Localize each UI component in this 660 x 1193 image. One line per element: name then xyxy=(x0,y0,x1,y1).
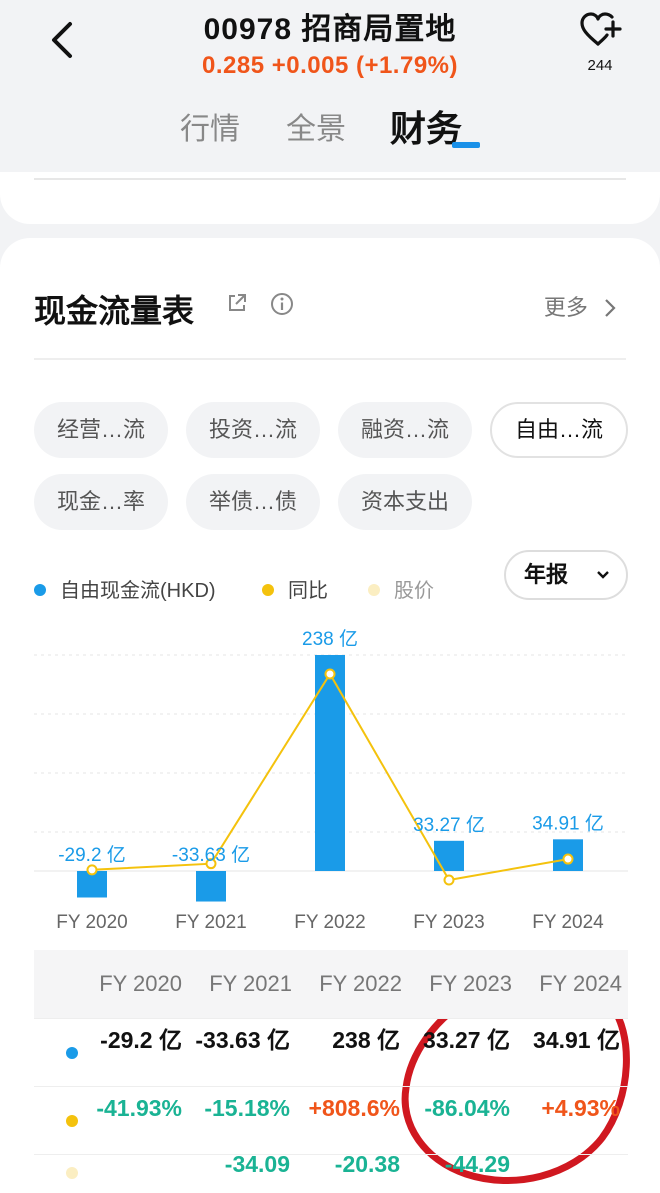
table-cell: +808.6% xyxy=(308,1095,400,1121)
period-select-value: 年报 xyxy=(524,562,569,587)
divider xyxy=(34,178,626,180)
column-header: FY 2023 xyxy=(429,971,512,996)
bar xyxy=(434,840,464,871)
info-icon[interactable] xyxy=(270,292,294,316)
legend-label: 同比 xyxy=(288,580,328,602)
chip-cash-ratio[interactable]: 现金…率 xyxy=(34,474,168,530)
table-cell: -33.63 亿 xyxy=(195,1027,290,1053)
table-row: -29.2 亿 -33.63 亿 238 亿 33.27 亿 34.91 亿 xyxy=(34,1018,628,1086)
x-tick-label: FY 2024 xyxy=(532,912,604,933)
favorite-button[interactable]: 244 xyxy=(574,10,626,74)
column-header: FY 2024 xyxy=(539,971,622,996)
chip-debt-ratio[interactable]: 举债…债 xyxy=(186,474,320,530)
legend-item-price[interactable]: 股价 xyxy=(368,574,434,603)
table-cell: 34.91 亿 xyxy=(533,1027,620,1053)
cash-flow-card: 现金流量表 更多 经营…流 投资…流 融资…流 自由…流 现金…率 举债…债 资… xyxy=(0,238,660,1193)
chevron-down-icon xyxy=(597,571,609,579)
table-row: -34.09 -20.38 -44.29 xyxy=(34,1151,628,1193)
table-cell: -20.38 xyxy=(334,1151,400,1177)
bar-data-label: 238 亿 xyxy=(302,628,358,650)
heart-plus-icon xyxy=(580,12,622,46)
section-divider xyxy=(34,358,626,360)
previous-card-bottom xyxy=(0,172,660,224)
yoy-point xyxy=(443,874,455,886)
chip-investing-cash-flow[interactable]: 投资…流 xyxy=(186,402,320,458)
row-dot xyxy=(66,1047,78,1059)
bar-data-label: 34.91 亿 xyxy=(532,812,604,834)
active-tab-indicator xyxy=(452,142,480,148)
table-cell: -86.04% xyxy=(424,1095,510,1121)
period-select[interactable]: 年报 xyxy=(504,550,628,600)
tab-market[interactable]: 行情 xyxy=(180,104,240,148)
table-cell: 33.27 亿 xyxy=(423,1027,510,1053)
row-dot xyxy=(66,1115,78,1127)
yoy-point xyxy=(562,853,574,865)
legend-item-yoy[interactable]: 同比 xyxy=(262,574,328,603)
legend-dot xyxy=(34,583,46,596)
financial-table: FY 2020 FY 2021 FY 2022 FY 2023 FY 2024 … xyxy=(34,950,628,1193)
free-cash-flow-chart: -29.2 亿 -33.63 亿 238 亿 33.27 亿 34.91 亿 FY 202… xyxy=(34,628,628,933)
bar xyxy=(196,871,226,902)
chip-operating-cash-flow[interactable]: 经营…流 xyxy=(34,402,168,458)
x-tick-label: FY 2023 xyxy=(413,912,484,933)
legend-dot xyxy=(262,583,274,596)
yoy-point xyxy=(324,668,336,680)
previous-card-surface xyxy=(0,172,660,224)
chip-capex[interactable]: 资本支出 xyxy=(338,474,472,530)
section-title: 现金流量表 xyxy=(34,293,195,329)
bar-data-label: 33.27 亿 xyxy=(413,814,485,836)
price-quote: 0.285 +0.005 (+1.79%) xyxy=(201,52,459,79)
page-title: 00978 招商局置地 xyxy=(203,13,457,46)
more-label: 更多 xyxy=(543,295,588,320)
table-cell: -44.29 xyxy=(444,1151,510,1177)
table-cell: -15.18% xyxy=(204,1095,290,1121)
tab-bar: 行情 全景 财务 xyxy=(0,104,660,154)
x-tick-label: FY 2021 xyxy=(175,912,246,933)
table-cell: +4.93% xyxy=(541,1095,620,1121)
legend-dot xyxy=(368,583,380,596)
external-link-icon[interactable] xyxy=(226,292,248,314)
legend-item-fcf[interactable]: 自由现金流(HKD) xyxy=(34,574,216,603)
yoy-point xyxy=(86,864,98,876)
more-link[interactable]: 更多 xyxy=(544,290,618,322)
table-cell: 238 亿 xyxy=(332,1027,400,1053)
legend-label: 自由现金流(HKD) xyxy=(60,580,216,602)
legend-label: 股价 xyxy=(394,580,434,602)
x-tick-label: FY 2022 xyxy=(294,912,365,933)
table-cell: -41.93% xyxy=(96,1095,182,1121)
favorite-count: 244 xyxy=(587,57,613,74)
column-header: FY 2022 xyxy=(319,971,402,996)
table-row: -41.93% -15.18% +808.6% -86.04% +4.93% xyxy=(34,1086,628,1154)
bar xyxy=(315,655,345,871)
chevron-right-icon xyxy=(605,299,616,317)
bar-data-label: -33.63 亿 xyxy=(172,844,250,866)
column-header: FY 2020 xyxy=(99,971,182,996)
x-tick-label: FY 2020 xyxy=(56,912,127,933)
header: 00978 招商局置地 0.285 +0.005 (+1.79%) 244 行情… xyxy=(0,0,660,170)
chip-financing-cash-flow[interactable]: 融资…流 xyxy=(338,402,472,458)
chip-free-cash-flow[interactable]: 自由…流 xyxy=(490,402,628,458)
table-cell: -29.2 亿 xyxy=(100,1027,182,1053)
column-header: FY 2021 xyxy=(209,971,292,996)
table-header: FY 2020 FY 2021 FY 2022 FY 2023 FY 2024 xyxy=(34,950,628,1018)
row-dot xyxy=(66,1167,78,1179)
bar-data-label: -29.2 亿 xyxy=(58,844,126,866)
tab-overview[interactable]: 全景 xyxy=(286,104,346,148)
table-cell: -34.09 xyxy=(224,1151,290,1177)
